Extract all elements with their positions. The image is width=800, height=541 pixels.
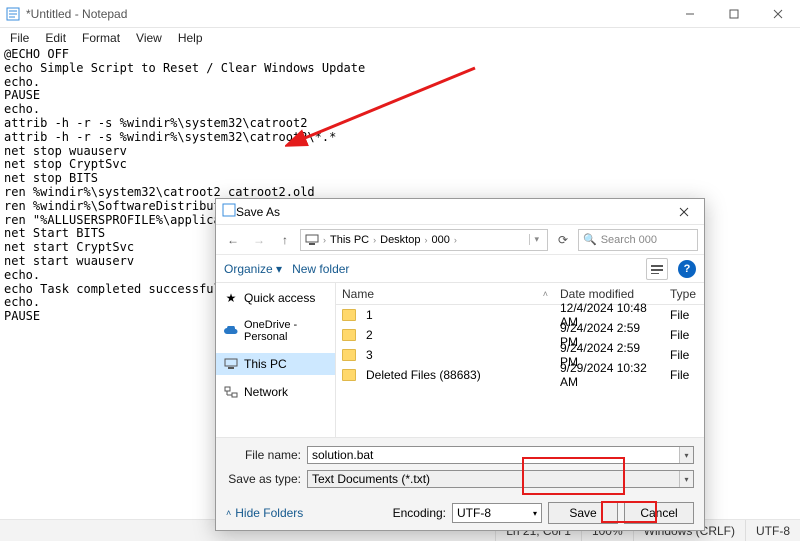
thispc-icon (305, 233, 319, 247)
encoding-select[interactable]: UTF-8 ▾ (452, 503, 542, 523)
hidefolders-label: Hide Folders (235, 506, 303, 520)
file-type: File (664, 348, 695, 362)
saveas-toolbar: Organize ▾ New folder ? (216, 255, 704, 283)
sidebar-label-quickaccess: Quick access (244, 291, 315, 305)
encoding-value: UTF-8 (457, 506, 491, 520)
saveas-sidebar: ★ Quick access OneDrive - Personal This … (216, 283, 336, 437)
menu-view[interactable]: View (130, 31, 168, 45)
saveas-title: Save As (236, 205, 280, 219)
minimize-button[interactable] (668, 0, 712, 28)
breadcrumb-bar[interactable]: › This PC › Desktop › 000 › ▾ (300, 229, 548, 251)
close-button[interactable] (756, 0, 800, 28)
sidebar-label-onedrive: OneDrive - Personal (244, 319, 327, 343)
folder-icon (342, 329, 356, 341)
nav-up-button[interactable]: ↑ (274, 229, 296, 251)
sidebar-item-network[interactable]: Network (216, 381, 335, 403)
notepad-titlebar: *Untitled - Notepad (0, 0, 800, 28)
maximize-button[interactable] (712, 0, 756, 28)
nav-refresh-button[interactable]: ⟳ (552, 229, 574, 251)
search-icon: 🔍 (583, 233, 597, 246)
saveas-dialog: Save As ← → ↑ › This PC › Desktop › 000 … (215, 198, 705, 531)
saveastype-value: Text Documents (*.txt) (312, 472, 430, 486)
saveas-body: ★ Quick access OneDrive - Personal This … (216, 283, 704, 438)
network-icon (224, 385, 238, 399)
sidebar-label-network: Network (244, 385, 288, 399)
encoding-label: Encoding: (393, 506, 446, 520)
save-button[interactable]: Save (548, 502, 618, 524)
col-date[interactable]: Date modified (554, 287, 664, 301)
col-type[interactable]: Type (664, 287, 702, 301)
sidebar-item-onedrive[interactable]: OneDrive - Personal (216, 315, 335, 347)
file-type: File (664, 308, 695, 322)
cancel-button[interactable]: Cancel (624, 502, 694, 524)
file-name: 1 (366, 308, 373, 322)
breadcrumb-000[interactable]: 000 (431, 234, 449, 246)
col-name[interactable]: Name ˄ (336, 287, 554, 301)
saveas-fields: File name: solution.bat ▾ Save as type: … (216, 438, 704, 496)
folder-icon (342, 309, 356, 321)
menu-file[interactable]: File (4, 31, 35, 45)
star-icon: ★ (224, 291, 238, 305)
menu-help[interactable]: Help (172, 31, 209, 45)
newfolder-button[interactable]: New folder (292, 262, 349, 276)
file-name: Deleted Files (88683) (366, 368, 481, 382)
cloud-icon (224, 324, 238, 338)
file-date: 9/29/2024 10:32 AM (554, 361, 664, 389)
saveas-icon (222, 203, 236, 220)
search-placeholder: Search 000 (601, 234, 657, 246)
file-name: 2 (366, 328, 373, 342)
sort-indicator-icon: ˄ (543, 289, 548, 299)
menu-format[interactable]: Format (76, 31, 126, 45)
sidebar-item-thispc[interactable]: This PC (216, 353, 335, 375)
saveas-actions: ˄ Hide Folders Encoding: UTF-8 ▾ Save Ca… (216, 496, 704, 530)
folder-icon (342, 369, 356, 381)
filename-value: solution.bat (312, 448, 373, 462)
chevron-up-icon: ˄ (226, 508, 231, 518)
help-button[interactable]: ? (678, 260, 696, 278)
nav-back-button[interactable]: ← (222, 229, 244, 251)
file-type: File (664, 368, 695, 382)
saveastype-label: Save as type: (226, 472, 301, 486)
menu-edit[interactable]: Edit (39, 31, 72, 45)
filename-input[interactable]: solution.bat ▾ (307, 446, 694, 464)
saveas-close-button[interactable] (664, 199, 704, 225)
thispc-icon (224, 357, 238, 371)
sidebar-label-thispc: This PC (244, 357, 287, 371)
filename-label: File name: (226, 448, 301, 462)
saveastype-select[interactable]: Text Documents (*.txt) ▾ (307, 470, 694, 488)
saveas-filelist: Name ˄ Date modified Type 1 12/4/2024 10… (336, 283, 704, 437)
search-box[interactable]: 🔍 Search 000 (578, 229, 698, 251)
filename-history-dropdown[interactable]: ▾ (679, 447, 693, 463)
folder-icon (342, 349, 356, 361)
notepad-icon (6, 7, 20, 21)
organize-menu[interactable]: Organize ▾ (224, 262, 282, 276)
file-name: 3 (366, 348, 373, 362)
notepad-title: *Untitled - Notepad (26, 7, 668, 21)
file-row[interactable]: Deleted Files (88683) 9/29/2024 10:32 AM… (336, 365, 704, 385)
breadcrumb-desktop[interactable]: Desktop (380, 234, 420, 246)
window-control-group (668, 0, 800, 28)
hidefolders-toggle[interactable]: ˄ Hide Folders (226, 506, 303, 520)
file-type: File (664, 328, 695, 342)
viewmode-button[interactable] (646, 258, 668, 280)
nav-forward-button[interactable]: → (248, 229, 270, 251)
status-enc: UTF-8 (745, 520, 800, 541)
notepad-menubar: File Edit Format View Help (0, 28, 800, 48)
col-name-label: Name (342, 287, 374, 301)
saveastype-dropdown[interactable]: ▾ (679, 471, 693, 487)
saveas-navbar: ← → ↑ › This PC › Desktop › 000 › ▾ ⟳ 🔍 … (216, 225, 704, 255)
breadcrumb-dropdown[interactable]: ▾ (529, 234, 543, 245)
saveas-titlebar: Save As (216, 199, 704, 225)
sidebar-item-quickaccess[interactable]: ★ Quick access (216, 287, 335, 309)
breadcrumb-thispc[interactable]: This PC (330, 234, 369, 246)
